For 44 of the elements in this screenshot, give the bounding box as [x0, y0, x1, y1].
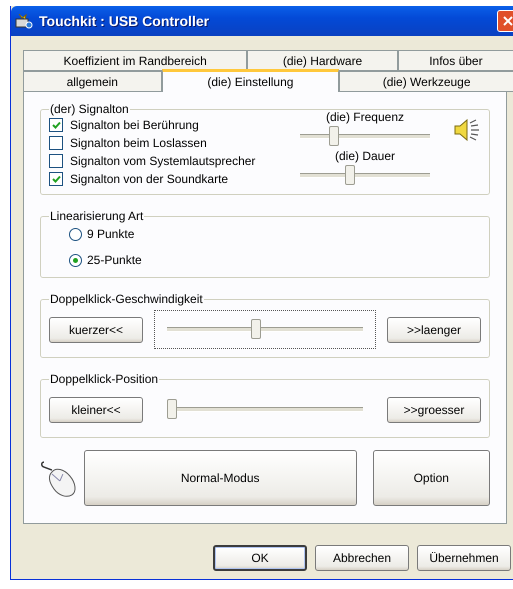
dialog-button[interactable]: OK: [213, 545, 307, 571]
tab[interactable]: (die) Einstellung: [162, 69, 340, 92]
decrease-button[interactable]: kuerzer<<: [49, 316, 143, 342]
dialog-button[interactable]: Übernehmen: [417, 545, 511, 571]
radio-label: 9 Punkte: [87, 227, 134, 241]
checkbox-label: Signalton beim Loslassen: [70, 136, 207, 150]
group-title: Doppelklick-Geschwindigkeit: [49, 292, 204, 306]
slider-thumb[interactable]: [345, 165, 356, 185]
decrease-button[interactable]: kleiner<<: [49, 396, 143, 422]
slider-thumb[interactable]: [328, 126, 338, 146]
slider-label: (die) Dauer: [334, 149, 396, 163]
checkbox-label: Signalton von der Soundkarte: [70, 172, 228, 186]
group-title: Doppelklick-Position: [49, 372, 160, 386]
slider-label: (die) Frequenz: [326, 110, 404, 124]
checkbox[interactable]: [49, 154, 63, 168]
close-button[interactable]: [497, 10, 513, 32]
tab[interactable]: (die) Hardware: [247, 50, 398, 71]
close-icon: [503, 16, 513, 26]
group-title: Linearisierung Art: [49, 209, 144, 223]
group-title: (der) Signalton: [49, 102, 130, 116]
window-title: Touchkit : USB Controller: [39, 13, 210, 29]
checkbox[interactable]: [49, 172, 63, 186]
option-button[interactable]: Option: [372, 450, 490, 506]
checkbox-label: Signalton bei Berührung: [70, 118, 199, 132]
slider-thumb[interactable]: [251, 319, 262, 339]
increase-button[interactable]: >>groesser: [387, 396, 481, 422]
radio-button[interactable]: [69, 254, 82, 266]
app-icon: [15, 13, 33, 29]
check-icon: [52, 120, 60, 130]
tab[interactable]: allgemein: [23, 71, 162, 92]
radio-label: 25-Punkte: [87, 253, 142, 267]
tab[interactable]: (die) Werkzeuge: [339, 71, 513, 92]
speaker-icon: [453, 118, 481, 142]
checkbox[interactable]: [49, 118, 63, 132]
check-icon: [52, 174, 60, 184]
tab[interactable]: Koeffizient im Randbereich: [23, 50, 248, 71]
radio-button[interactable]: [69, 228, 82, 240]
tab[interactable]: Infos über: [398, 50, 513, 71]
mode-button[interactable]: Normal-Modus: [84, 450, 357, 506]
dialog-button[interactable]: Abbrechen: [315, 545, 409, 571]
slider-thumb[interactable]: [166, 399, 177, 419]
increase-button[interactable]: >>laenger: [387, 316, 481, 342]
checkbox-label: Signalton vom Systemlautsprecher: [70, 154, 256, 168]
checkbox[interactable]: [49, 136, 63, 150]
